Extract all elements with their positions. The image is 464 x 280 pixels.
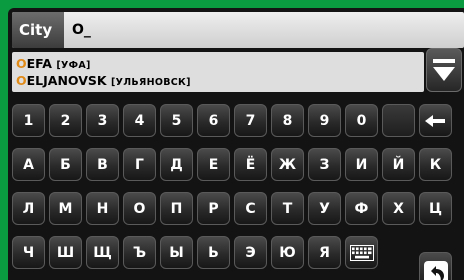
keyboard-switch-button[interactable] <box>345 236 378 269</box>
back-button[interactable] <box>419 252 452 280</box>
key-щ[interactable]: Щ <box>86 236 119 269</box>
back-arrow-icon <box>423 261 448 280</box>
key-ы[interactable]: Ы <box>160 236 193 269</box>
result-item-oeljanovsk[interactable]: OELJANOVSK [УЛЬЯНОВСК] <box>16 73 191 88</box>
key-к[interactable]: К <box>419 148 452 181</box>
key-3[interactable]: 3 <box>86 104 119 137</box>
key-ч[interactable]: Ч <box>12 236 45 269</box>
list-toggle-button[interactable] <box>426 48 462 92</box>
key-blank[interactable] <box>382 104 415 137</box>
key-5[interactable]: 5 <box>160 104 193 137</box>
key-ц[interactable]: Ц <box>419 192 452 225</box>
key-ш[interactable]: Ш <box>49 236 82 269</box>
key-и[interactable]: И <box>345 148 378 181</box>
match-highlight: O <box>16 56 27 71</box>
key-е[interactable]: Е <box>197 148 230 181</box>
city-label: City <box>12 12 64 48</box>
keyboard-screen: City O_ OEFA [УФА] OELJANOVSK [УЛЬЯНОВСК… <box>8 8 464 280</box>
result-item-oefa[interactable]: OEFA [УФА] <box>16 56 91 71</box>
key-7[interactable]: 7 <box>234 104 267 137</box>
key-9[interactable]: 9 <box>308 104 341 137</box>
key-ь[interactable]: Ь <box>197 236 230 269</box>
key-п[interactable]: П <box>160 192 193 225</box>
key-1[interactable]: 1 <box>12 104 45 137</box>
key-э[interactable]: Э <box>234 236 267 269</box>
result-name: ELJANOVSK <box>26 73 107 88</box>
key-ф[interactable]: Ф <box>345 192 378 225</box>
key-м[interactable]: М <box>49 192 82 225</box>
key-8[interactable]: 8 <box>271 104 304 137</box>
key-ъ[interactable]: Ъ <box>123 236 156 269</box>
result-native-name: [УФА] <box>56 60 91 71</box>
key-ж[interactable]: Ж <box>271 148 304 181</box>
match-highlight: O <box>16 73 27 88</box>
key-ё[interactable]: Ё <box>234 148 267 181</box>
key-н[interactable]: Н <box>86 192 119 225</box>
keyboard-icon <box>349 244 374 261</box>
result-name: EFA <box>26 56 52 71</box>
key-4[interactable]: 4 <box>123 104 156 137</box>
key-т[interactable]: Т <box>271 192 304 225</box>
search-bar: City O_ <box>12 12 464 48</box>
key-д[interactable]: Д <box>160 148 193 181</box>
city-input[interactable]: O_ <box>72 12 91 48</box>
key-а[interactable]: А <box>12 148 45 181</box>
key-6[interactable]: 6 <box>197 104 230 137</box>
key-0[interactable]: 0 <box>345 104 378 137</box>
key-з[interactable]: З <box>308 148 341 181</box>
key-й[interactable]: Й <box>382 148 415 181</box>
key-л[interactable]: Л <box>12 192 45 225</box>
key-у[interactable]: У <box>308 192 341 225</box>
key-2[interactable]: 2 <box>49 104 82 137</box>
key-г[interactable]: Г <box>123 148 156 181</box>
key-ю[interactable]: Ю <box>271 236 304 269</box>
key-б[interactable]: Б <box>49 148 82 181</box>
key-р[interactable]: Р <box>197 192 230 225</box>
key-о[interactable]: О <box>123 192 156 225</box>
key-х[interactable]: Х <box>382 192 415 225</box>
down-arrow-list-icon <box>433 59 455 81</box>
key-я[interactable]: Я <box>308 236 341 269</box>
result-list: OEFA [УФА] OELJANOVSK [УЛЬЯНОВСК] <box>12 52 424 92</box>
key-с[interactable]: С <box>234 192 267 225</box>
key-в[interactable]: В <box>86 148 119 181</box>
backspace-arrow-icon <box>424 114 445 127</box>
result-native-name: [УЛЬЯНОВСК] <box>110 77 191 88</box>
backspace-button[interactable] <box>419 104 452 137</box>
